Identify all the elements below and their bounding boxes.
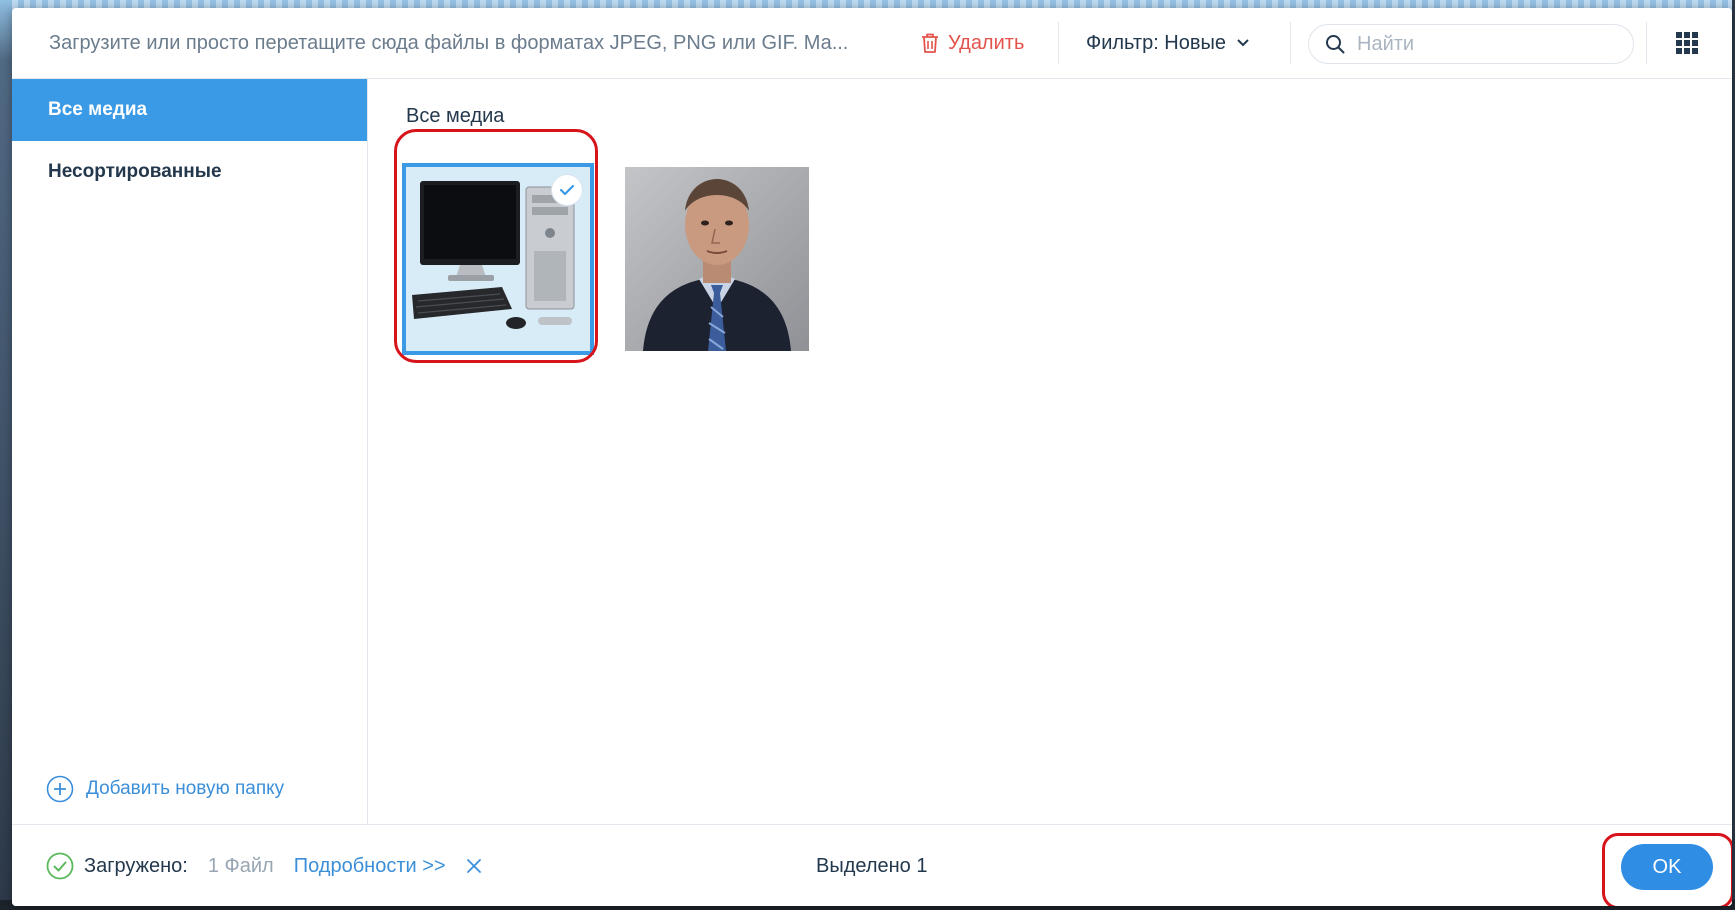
selected-count: Выделено 1 xyxy=(816,855,928,877)
grid-view-icon[interactable] xyxy=(1676,32,1698,54)
footer-bar: Загружено: 1 Файл Подробности >> Выделен… xyxy=(12,824,1732,906)
delete-button[interactable]: Удалить xyxy=(920,28,1024,58)
media-item-computer[interactable] xyxy=(402,163,594,355)
delete-label: Удалить xyxy=(948,31,1025,54)
search-box xyxy=(1308,24,1634,64)
folder-sidebar: Все медиа Несортированные Добавить новую… xyxy=(12,79,368,824)
toolbar-divider xyxy=(1058,22,1059,64)
close-icon xyxy=(466,859,481,873)
selected-badge xyxy=(552,175,582,205)
media-item-portrait[interactable] xyxy=(625,167,809,351)
backdrop-left-edge xyxy=(0,0,12,910)
upload-hint-text[interactable]: Загрузите или просто перетащите сюда фай… xyxy=(49,8,889,78)
add-folder-label: Добавить новую папку xyxy=(86,778,285,799)
status-label: Загружено: xyxy=(84,854,188,877)
media-manager-dialog: Загрузите или просто перетащите сюда фай… xyxy=(12,8,1732,906)
toolbar-divider xyxy=(1646,22,1647,64)
chevron-down-icon xyxy=(1237,39,1249,47)
section-title: Все медиа xyxy=(406,105,505,127)
check-circle-icon xyxy=(46,852,74,880)
search-icon xyxy=(1326,35,1345,54)
checkmark-icon xyxy=(559,184,575,196)
status-count: 1 Файл xyxy=(207,854,274,877)
upload-status: Загружено: 1 Файл Подробности >> xyxy=(46,825,482,906)
portrait-image xyxy=(625,167,809,351)
plus-circle-icon xyxy=(46,775,74,803)
sidebar-item-unsorted[interactable]: Несортированные xyxy=(12,141,367,203)
sidebar-item-all-media[interactable]: Все медиа xyxy=(12,79,367,141)
filter-dropdown[interactable]: Фильтр: Новые xyxy=(1086,28,1250,58)
ok-button[interactable]: OK xyxy=(1621,844,1713,890)
add-folder-button[interactable]: Добавить новую папку xyxy=(46,774,284,804)
toolbar-divider xyxy=(1290,22,1291,64)
details-link[interactable]: Подробности >> xyxy=(294,855,446,878)
dismiss-status-button[interactable] xyxy=(466,858,482,874)
media-grid-area: Все медиа xyxy=(368,79,1732,824)
trash-icon xyxy=(922,33,938,53)
filter-label: Фильтр: Новые xyxy=(1086,31,1226,54)
search-input[interactable] xyxy=(1355,31,1619,57)
toolbar: Загрузите или просто перетащите сюда фай… xyxy=(12,8,1732,79)
